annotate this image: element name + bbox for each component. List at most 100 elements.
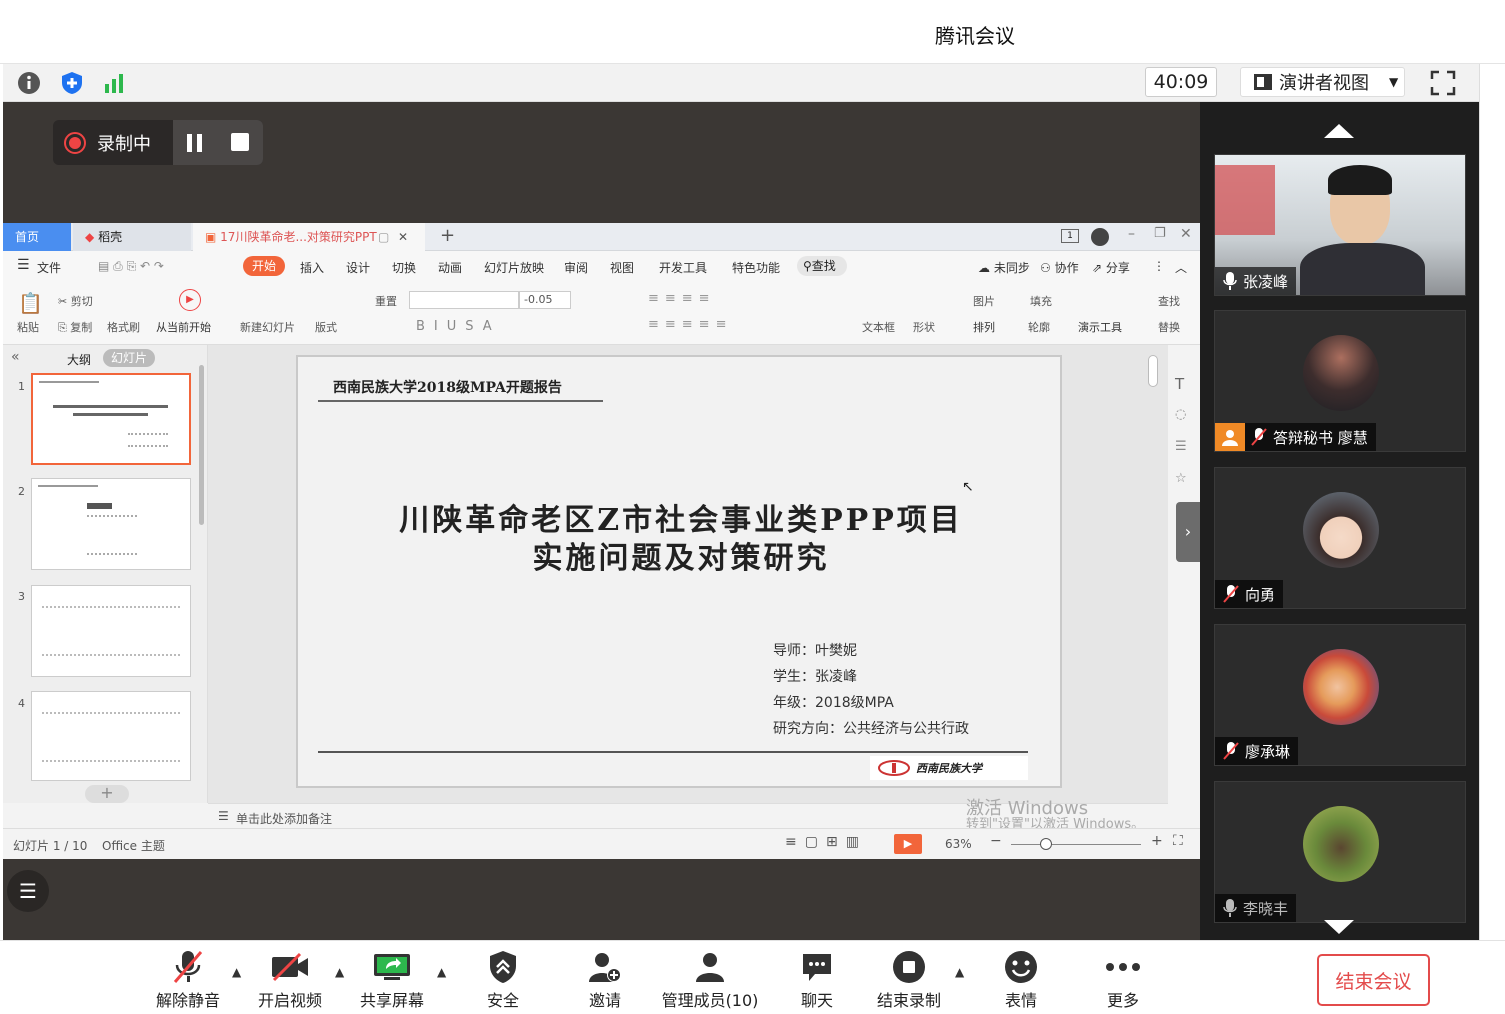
- participant-tile-1[interactable]: 张凌峰: [1214, 154, 1466, 296]
- reset-button[interactable]: 重置: [375, 293, 397, 309]
- info-icon[interactable]: [15, 69, 43, 97]
- menu-review[interactable]: 审阅: [564, 259, 588, 276]
- paste-icon[interactable]: 📋: [18, 291, 43, 315]
- restore-icon[interactable]: ❐: [1154, 226, 1166, 241]
- reactions-button[interactable]: 表情: [976, 947, 1066, 1011]
- zoom-slider-handle[interactable]: [1040, 838, 1052, 850]
- menu-design[interactable]: 设计: [346, 259, 370, 276]
- slide-thumbnail-4[interactable]: [31, 691, 191, 781]
- paste-label[interactable]: 粘贴: [17, 319, 39, 335]
- unmute-button[interactable]: 解除静音: [143, 947, 233, 1011]
- more-button[interactable]: 更多: [1078, 947, 1168, 1011]
- end-meeting-button[interactable]: 结束会议: [1317, 954, 1430, 1006]
- recording-options-caret[interactable]: ▲: [955, 965, 964, 979]
- layout-button[interactable]: 版式: [315, 319, 337, 335]
- new-slide-button[interactable]: 新建幻灯片: [240, 319, 295, 335]
- outline-button[interactable]: 轮廓: [1028, 319, 1050, 335]
- pause-recording-icon[interactable]: [185, 133, 205, 157]
- slide-thumbnail-3[interactable]: [31, 585, 191, 677]
- idea-icon[interactable]: ◌: [1175, 407, 1186, 422]
- invite-button[interactable]: 邀请: [560, 947, 650, 1011]
- start-video-button[interactable]: 开启视频: [245, 947, 335, 1011]
- font-style-buttons[interactable]: BIUSA: [416, 319, 501, 334]
- font-name-field[interactable]: [409, 291, 519, 309]
- share-screen-button[interactable]: 共享屏幕: [347, 947, 437, 1011]
- page-mode-icon[interactable]: 1: [1061, 229, 1079, 243]
- copy-button[interactable]: ⎘ 复制: [58, 319, 92, 335]
- collapse-ribbon-icon[interactable]: ︿: [1175, 259, 1187, 276]
- menu-icon[interactable]: ☰: [17, 257, 30, 273]
- menu-devtools[interactable]: 开发工具: [659, 259, 707, 276]
- canvas-scrollbar[interactable]: [1148, 355, 1158, 387]
- sync-status[interactable]: ☁ 未同步: [978, 259, 1030, 276]
- participant-tile-2[interactable]: 答辩秘书 廖慧: [1214, 310, 1466, 452]
- zoom-slider[interactable]: [1011, 844, 1141, 845]
- collapse-panel-icon[interactable]: «: [11, 349, 20, 365]
- add-slide-icon[interactable]: +: [85, 785, 129, 803]
- fullscreen-icon[interactable]: [1430, 70, 1456, 100]
- tab-document[interactable]: ▣ 17川陕革命老...对策研究PPT ▢ ✕: [193, 223, 425, 251]
- cut-button[interactable]: ✂ 剪切: [58, 293, 93, 309]
- expand-panel-icon[interactable]: ›: [1176, 502, 1200, 562]
- audio-options-caret[interactable]: ▲: [232, 965, 241, 979]
- shape-button[interactable]: 形状: [913, 319, 935, 335]
- chat-sidebar-edge[interactable]: [1479, 64, 1505, 940]
- slide-thumbnail-2[interactable]: [31, 478, 191, 570]
- more-menu-icon[interactable]: ⋮: [1153, 259, 1165, 273]
- replace-button[interactable]: 替换: [1158, 319, 1180, 335]
- tab-outline[interactable]: 大纲: [67, 351, 91, 368]
- zoom-level[interactable]: 63%: [945, 837, 972, 851]
- textbox-button[interactable]: 文本框: [862, 319, 895, 335]
- share-options-caret[interactable]: ▲: [437, 965, 446, 979]
- collab-button[interactable]: ⚇ 协作: [1040, 259, 1079, 276]
- tab-docer[interactable]: ◆ 稻壳: [73, 223, 191, 251]
- end-recording-button[interactable]: 结束录制: [864, 947, 954, 1011]
- signal-icon[interactable]: [100, 69, 128, 97]
- arrange-button[interactable]: 排列: [973, 319, 995, 335]
- text-tool-icon[interactable]: T: [1175, 375, 1184, 393]
- tab-window-icon[interactable]: ▢: [378, 223, 389, 251]
- menu-start[interactable]: 开始: [243, 256, 285, 276]
- slide-thumbnail-1[interactable]: [31, 373, 191, 465]
- scroll-up-icon[interactable]: [1324, 124, 1354, 138]
- close-window-icon[interactable]: ✕: [1180, 226, 1192, 242]
- menu-slideshow[interactable]: 幻灯片放映: [484, 259, 544, 276]
- menu-insert[interactable]: 插入: [300, 259, 324, 276]
- menu-animation[interactable]: 动画: [438, 259, 462, 276]
- security-button[interactable]: 安全: [458, 947, 548, 1011]
- slideshow-play-icon[interactable]: ▶: [894, 834, 922, 854]
- picture-button[interactable]: 图片: [973, 293, 995, 309]
- play-from-current-button[interactable]: 从当前开始: [156, 319, 211, 335]
- stop-recording-icon[interactable]: [231, 133, 249, 155]
- tab-slides[interactable]: 幻灯片: [103, 349, 155, 367]
- manage-members-button[interactable]: 管理成员(10): [655, 947, 765, 1011]
- share-menu-icon[interactable]: ☰: [7, 870, 49, 912]
- presenter-tools-button[interactable]: 演示工具: [1078, 319, 1122, 335]
- scroll-down-icon[interactable]: [1324, 920, 1354, 934]
- menu-view[interactable]: 视图: [610, 259, 634, 276]
- settings-slider-icon[interactable]: ☰: [1175, 439, 1187, 454]
- notes-bar[interactable]: ☰ 单击此处添加备注 激活 Windows 转到"设置"以激活 Windows。: [208, 798, 1168, 832]
- find-button[interactable]: 查找: [1158, 293, 1180, 309]
- play-icon[interactable]: ▶: [179, 289, 201, 311]
- menu-transition[interactable]: 切换: [392, 259, 416, 276]
- security-shield-icon[interactable]: [58, 69, 86, 97]
- menu-features[interactable]: 特色功能: [732, 259, 780, 276]
- zoom-out-icon[interactable]: −: [990, 833, 1002, 849]
- font-size-field[interactable]: -0.05: [519, 291, 571, 309]
- share-button[interactable]: ⇗ 分享: [1092, 259, 1130, 276]
- minimize-icon[interactable]: –: [1128, 226, 1135, 242]
- close-tab-icon[interactable]: ✕: [398, 223, 408, 251]
- fill-button[interactable]: 填充: [1030, 293, 1052, 309]
- fit-window-icon[interactable]: ⛶: [1173, 833, 1183, 849]
- star-icon[interactable]: ☆: [1175, 471, 1187, 486]
- format-painter-button[interactable]: 格式刷: [107, 319, 140, 335]
- zoom-in-icon[interactable]: +: [1151, 833, 1163, 849]
- align-buttons[interactable]: ≡≡≡≡≡: [648, 317, 732, 332]
- participant-tile-3[interactable]: 向勇: [1214, 467, 1466, 609]
- save-icon[interactable]: ▤ ⎙ ⎘ ↶ ↷: [98, 259, 164, 274]
- panel-scrollbar[interactable]: [199, 365, 204, 525]
- user-avatar[interactable]: [1091, 228, 1109, 246]
- chat-button[interactable]: 聊天: [772, 947, 862, 1011]
- current-slide[interactable]: 西南民族大学2018级MPA开题报告 川陕革命老区Z市社会事业类PPP项目 实施…: [296, 355, 1062, 788]
